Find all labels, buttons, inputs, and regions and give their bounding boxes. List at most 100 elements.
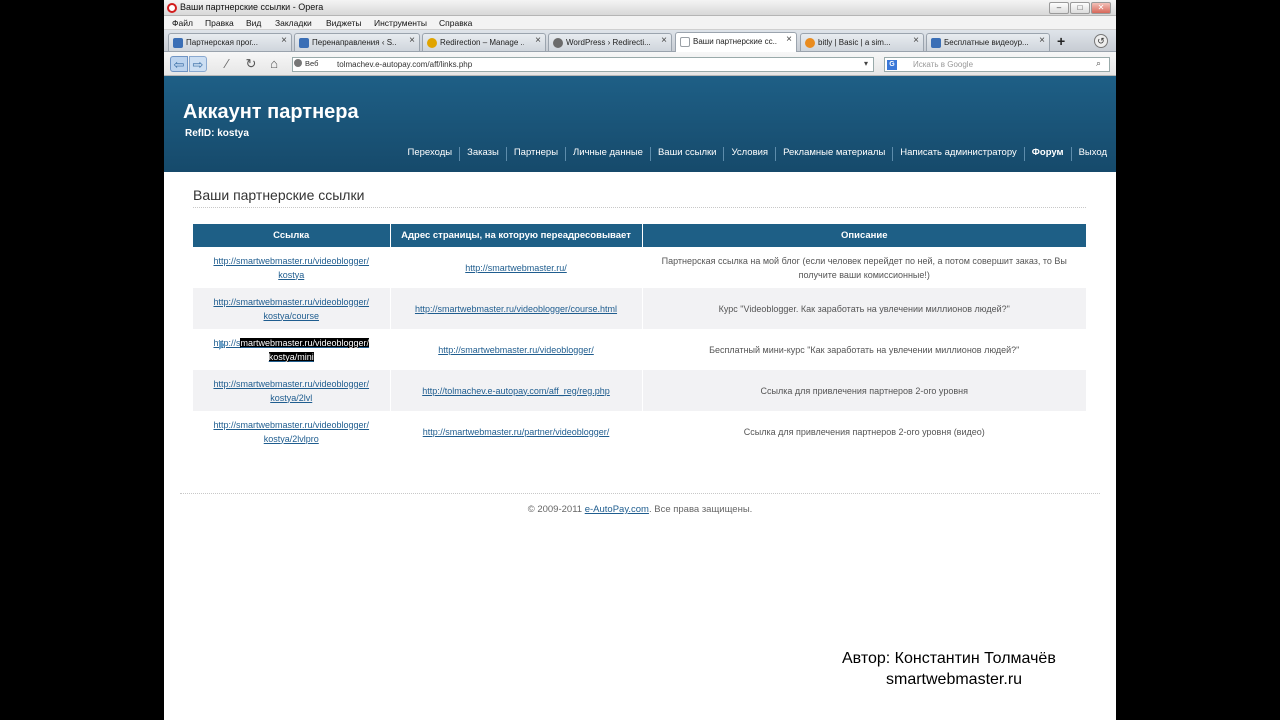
target-cell: http://smartwebmaster.ru/videoblogger/ bbox=[390, 329, 643, 370]
home-icon[interactable]: ⌂ bbox=[265, 56, 283, 72]
description-cell: Ссылка для привлечения партнеров 2-ого у… bbox=[642, 370, 1086, 411]
table-row: http://smartwebmaster.ru/videoblogger/ko… bbox=[193, 329, 1086, 370]
target-cell: http://tolmachev.e-autopay.com/aff_reg/r… bbox=[390, 370, 643, 411]
nav-forum[interactable]: Форум bbox=[1025, 147, 1072, 161]
nav-write-admin[interactable]: Написать администратору bbox=[893, 147, 1025, 161]
partner-link[interactable]: http://smartwebmaster.ru/videoblogger/ko… bbox=[213, 379, 369, 403]
header-target: Адрес страницы, на которую переадресовыв… bbox=[390, 224, 643, 247]
table-row: http://smartwebmaster.ru/videoblogger/ko… bbox=[193, 288, 1086, 329]
tab-close-icon[interactable]: × bbox=[281, 36, 287, 46]
nav-logout[interactable]: Выход bbox=[1072, 147, 1107, 161]
partner-link[interactable]: http://smartwebmaster.ru/videoblogger/ko… bbox=[213, 420, 369, 444]
tab-redirections[interactable]: Перенаправления ‹ S... × bbox=[294, 33, 420, 51]
tab-wordpress-redirection[interactable]: WordPress › Redirecti... × bbox=[548, 33, 672, 51]
bar-chart-icon bbox=[931, 38, 941, 48]
links-table: Ссылка Адрес страницы, на которую переад… bbox=[193, 224, 1086, 452]
search-input[interactable]: Искать в Google bbox=[884, 57, 1110, 72]
nav-orders[interactable]: Заказы bbox=[460, 147, 507, 161]
footer-rights: . Все права защищены. bbox=[648, 504, 753, 515]
wand-icon[interactable]: ⁄ bbox=[218, 56, 236, 72]
author-caption: Автор: Константин Толмачёв bbox=[842, 650, 1056, 667]
header-link: Ссылка bbox=[193, 224, 391, 247]
nav-transitions[interactable]: Переходы bbox=[401, 147, 461, 161]
close-window-button[interactable]: ✕ bbox=[1091, 2, 1111, 14]
tab-close-icon[interactable]: × bbox=[661, 36, 667, 46]
tab-free-video[interactable]: Бесплатные видеоур... × bbox=[926, 33, 1050, 51]
tab-close-icon[interactable]: × bbox=[786, 35, 792, 45]
mouse-cursor-icon bbox=[219, 340, 225, 350]
search-icon[interactable]: ⌕ bbox=[1096, 58, 1101, 69]
title-bar: Ваши партнерские ссылки - Opera – □ ✕ bbox=[164, 0, 1116, 16]
tab-partner-links[interactable]: Ваши партнерские сс... × bbox=[675, 32, 797, 52]
table-header-row: Ссылка Адрес страницы, на которую переад… bbox=[193, 224, 1086, 247]
tab-bitly[interactable]: bitly | Basic | a sim... × bbox=[800, 33, 924, 51]
tab-bar: Партнерская прог... × Перенаправления ‹ … bbox=[164, 30, 1116, 52]
site-nav: Переходы Заказы Партнеры Личные данные В… bbox=[401, 147, 1107, 161]
site-title: Аккаунт партнера bbox=[183, 101, 359, 123]
bar-chart-icon bbox=[173, 38, 183, 48]
wordpress-icon bbox=[553, 38, 563, 48]
link-cell: http://smartwebmaster.ru/videoblogger/ko… bbox=[193, 370, 391, 411]
address-input[interactable]: tolmachev.e-autopay.com/aff/links.php bbox=[292, 57, 874, 72]
description-cell: Ссылка для привлечения партнеров 2-ого у… bbox=[642, 411, 1086, 452]
tab-close-icon[interactable]: × bbox=[535, 36, 541, 46]
reload-icon[interactable]: ↻ bbox=[242, 56, 260, 72]
header-description: Описание bbox=[642, 224, 1086, 247]
maximize-button[interactable]: □ bbox=[1070, 2, 1090, 14]
web-page: Аккаунт партнера RefID: kostya Переходы … bbox=[164, 76, 1116, 720]
minimize-button[interactable]: – bbox=[1049, 2, 1069, 14]
nav-ad-materials[interactable]: Рекламные материалы bbox=[776, 147, 894, 161]
menu-bookmarks[interactable]: Закладки bbox=[275, 18, 312, 28]
globe-icon bbox=[294, 59, 302, 67]
target-link[interactable]: http://tolmachev.e-autopay.com/aff_reg/r… bbox=[422, 386, 610, 396]
table-row: http://smartwebmaster.ru/videoblogger/ko… bbox=[193, 370, 1086, 411]
tab-close-icon[interactable]: × bbox=[1039, 36, 1045, 46]
tab-partner-program[interactable]: Партнерская прог... × bbox=[168, 33, 292, 51]
menu-file[interactable]: Файл bbox=[172, 18, 193, 28]
tab-close-icon[interactable]: × bbox=[913, 36, 919, 46]
footer-copyright: © 2009-2011 bbox=[527, 504, 585, 515]
menu-view[interactable]: Вид bbox=[246, 18, 261, 28]
partner-link[interactable]: http://smartwebmaster.ru/videoblogger/ko… bbox=[213, 256, 369, 280]
closed-tabs-icon[interactable]: ↺ bbox=[1094, 34, 1108, 48]
footer-link[interactable]: e-AutoPay.com bbox=[585, 504, 649, 515]
chevron-down-icon[interactable]: ▾ bbox=[864, 59, 868, 68]
nav-terms[interactable]: Условия bbox=[724, 147, 777, 161]
nav-your-links[interactable]: Ваши ссылки bbox=[651, 147, 725, 161]
web-tag: Веб bbox=[294, 59, 318, 68]
google-icon[interactable]: G bbox=[887, 60, 897, 70]
target-link[interactable]: http://smartwebmaster.ru/ bbox=[465, 263, 567, 273]
blowfish-icon bbox=[805, 38, 815, 48]
target-link[interactable]: http://smartwebmaster.ru/videoblogger/ bbox=[438, 345, 594, 355]
target-link[interactable]: http://smartwebmaster.ru/partner/videobl… bbox=[423, 427, 610, 437]
new-tab-button[interactable]: + bbox=[1057, 34, 1065, 48]
description-cell: Курс "Videoblogger. Как заработать на ув… bbox=[642, 288, 1086, 329]
target-link[interactable]: http://smartwebmaster.ru/videoblogger/co… bbox=[415, 304, 617, 314]
partner-link[interactable]: http://smartwebmaster.ru/videoblogger/ko… bbox=[213, 297, 369, 321]
table-row: http://smartwebmaster.ru/videoblogger/ko… bbox=[193, 247, 1086, 288]
forward-button[interactable]: ⇨ bbox=[189, 56, 207, 72]
tab-redirection-manage[interactable]: Redirection – Manage ... × bbox=[422, 33, 546, 51]
section-title: Ваши партнерские ссылки bbox=[193, 187, 365, 203]
web-label: Веб bbox=[305, 59, 319, 68]
back-button[interactable]: ⇦ bbox=[170, 56, 188, 72]
menu-bar: Файл Правка Вид Закладки Виджеты Инструм… bbox=[164, 16, 1116, 30]
link-cell: http://smartwebmaster.ru/videoblogger/ko… bbox=[193, 247, 391, 288]
refid-label: RefID: kostya bbox=[185, 128, 249, 139]
nav-personal-data[interactable]: Личные данные bbox=[566, 147, 651, 161]
tab-close-icon[interactable]: × bbox=[409, 36, 415, 46]
footer-divider bbox=[180, 493, 1100, 494]
menu-edit[interactable]: Правка bbox=[205, 18, 234, 28]
target-cell: http://smartwebmaster.ru/ bbox=[390, 247, 643, 288]
section-divider bbox=[193, 207, 1086, 208]
nav-partners[interactable]: Партнеры bbox=[507, 147, 567, 161]
menu-tools[interactable]: Инструменты bbox=[374, 18, 427, 28]
footer: © 2009-2011 e-AutoPay.com. Все права защ… bbox=[164, 504, 1116, 515]
bar-chart-icon bbox=[299, 38, 309, 48]
menu-help[interactable]: Справка bbox=[439, 18, 472, 28]
target-cell: http://smartwebmaster.ru/videoblogger/co… bbox=[390, 288, 643, 329]
description-cell: Партнерская ссылка на мой блог (если чел… bbox=[642, 247, 1086, 288]
menu-widgets[interactable]: Виджеты bbox=[326, 18, 362, 28]
opera-logo-icon bbox=[167, 3, 177, 13]
partner-link-selected[interactable]: http://smartwebmaster.ru/videoblogger/ko… bbox=[213, 337, 370, 362]
